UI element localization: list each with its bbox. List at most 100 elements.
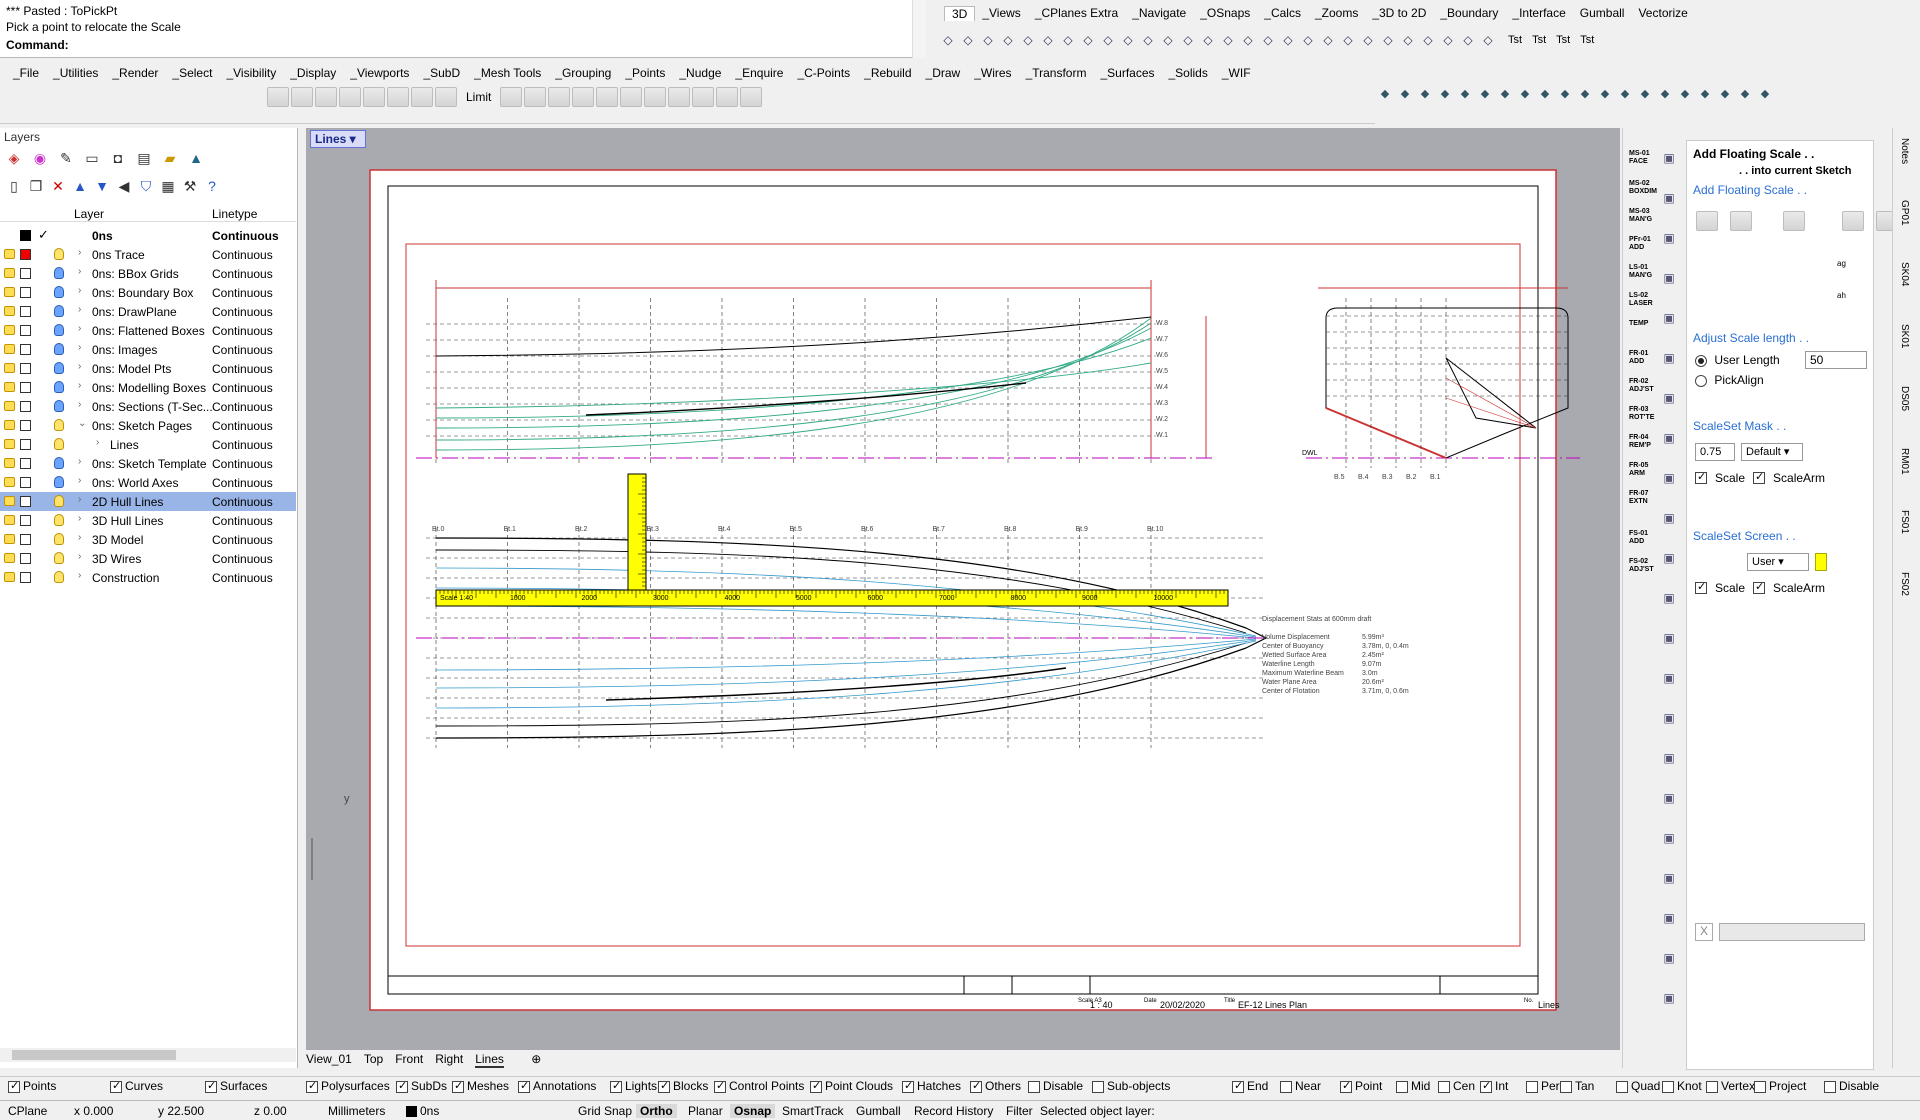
lock-icon[interactable] xyxy=(4,249,15,259)
filter-checkbox[interactable] xyxy=(8,1079,20,1093)
strip-tool-icon[interactable]: ▣ xyxy=(1659,748,1679,768)
collapse-arrow-icon[interactable]: ⌄ xyxy=(78,418,86,429)
layer-row[interactable]: › 0ns: Boundary Box Continuous xyxy=(0,283,296,302)
vertical-tab[interactable]: Notes xyxy=(1899,138,1910,164)
filter-item[interactable]: Disable xyxy=(1028,1079,1083,1093)
main-tab[interactable]: _Draw xyxy=(919,66,968,80)
limit-label[interactable]: Limit xyxy=(466,90,491,104)
strip-tool-icon[interactable]: ▣ xyxy=(1659,828,1679,848)
osnap-item[interactable]: Disable xyxy=(1824,1079,1879,1093)
closest-point-icon[interactable] xyxy=(644,87,667,107)
visibility-bulb-icon[interactable] xyxy=(54,400,64,412)
strip-tool-icon[interactable]: ▣ xyxy=(1659,668,1679,688)
osnap-checkbox[interactable] xyxy=(1616,1080,1628,1093)
layer-row[interactable]: ⌄ 0ns: Sketch Pages Continuous xyxy=(0,416,296,435)
strip-tool-icon[interactable]: ▣ xyxy=(1659,188,1679,208)
small-btn-2[interactable]: ah xyxy=(1837,291,1846,300)
lock-icon[interactable] xyxy=(4,306,15,316)
osnap-item[interactable]: Near xyxy=(1280,1079,1321,1093)
arc-icon[interactable]: ◇ xyxy=(998,30,1018,50)
layer-icon[interactable]: ◆ xyxy=(1695,84,1715,104)
expand-arrow-icon[interactable]: › xyxy=(78,266,81,277)
layer-color-swatch[interactable] xyxy=(20,572,31,583)
lock-icon[interactable] xyxy=(4,401,15,411)
osnap-checkbox[interactable] xyxy=(1824,1080,1836,1093)
main-tab[interactable]: _Surfaces xyxy=(1093,66,1161,80)
divide-icon[interactable] xyxy=(620,87,643,107)
small-btn-1[interactable]: ag xyxy=(1837,259,1846,268)
main-tab[interactable]: _Select xyxy=(165,66,219,80)
osnap-item[interactable]: Project xyxy=(1754,1079,1806,1093)
osnap-checkbox[interactable] xyxy=(1706,1080,1718,1093)
lock-icon[interactable] xyxy=(4,325,15,335)
layer-color-swatch[interactable] xyxy=(20,287,31,298)
filter-checkbox[interactable] xyxy=(810,1079,822,1093)
layer-color-swatch[interactable] xyxy=(20,458,31,469)
mask-scalearm-checkbox[interactable] xyxy=(1753,470,1766,484)
top-tab[interactable]: _Interface xyxy=(1505,6,1572,21)
user-length-input[interactable]: 50 xyxy=(1805,351,1867,369)
lock-icon[interactable] xyxy=(4,458,15,468)
status-osnap[interactable]: Osnap xyxy=(730,1104,776,1118)
layer-row[interactable]: › 3D Hull Lines Continuous xyxy=(0,511,296,530)
project-icon[interactable]: ◇ xyxy=(1258,30,1278,50)
layer-row[interactable]: › 3D Model Continuous xyxy=(0,530,296,549)
folder-icon[interactable]: ▰ xyxy=(160,148,180,168)
filter-item[interactable]: Annotations xyxy=(518,1079,596,1093)
command-scrollbar[interactable] xyxy=(912,0,926,58)
layer-row[interactable]: › 0ns: Images Continuous xyxy=(0,340,296,359)
block-icon[interactable] xyxy=(411,87,433,107)
strip-button[interactable]: FR-04 REM'P xyxy=(1629,434,1655,450)
strip-tool-icon[interactable]: ▣ xyxy=(1659,588,1679,608)
delete-scale-icon[interactable] xyxy=(1730,211,1752,231)
cluster-icon[interactable] xyxy=(740,87,763,107)
layers-scrollbar[interactable] xyxy=(0,1048,296,1062)
select-icon[interactable]: ◆ xyxy=(1515,84,1535,104)
expand-arrow-icon[interactable]: › xyxy=(78,285,81,296)
light-icon[interactable]: ◆ xyxy=(1735,84,1755,104)
layer-color-swatch[interactable] xyxy=(20,534,31,545)
add-ruler-icon[interactable] xyxy=(1842,211,1864,231)
layer-linetype[interactable]: Continuous xyxy=(212,552,273,566)
cap-icon[interactable]: ◇ xyxy=(1378,30,1398,50)
visibility-bulb-icon[interactable] xyxy=(54,286,64,298)
hide-icon[interactable]: ◆ xyxy=(1655,84,1675,104)
strip-tool-icon[interactable]: ▣ xyxy=(1659,508,1679,528)
expand-arrow-icon[interactable]: › xyxy=(78,361,81,372)
array-icon[interactable]: ◇ xyxy=(1238,30,1258,50)
layer-color-swatch[interactable] xyxy=(20,268,31,279)
layer-row[interactable]: › Lines Continuous xyxy=(0,435,296,454)
user-length-radio[interactable] xyxy=(1695,354,1707,367)
visibility-bulb-icon[interactable] xyxy=(54,419,64,431)
visibility-bulb-icon[interactable] xyxy=(54,514,64,526)
strip-button[interactable]: FR-01 ADD xyxy=(1629,350,1655,366)
layer-linetype[interactable]: Continuous xyxy=(212,419,273,433)
filter-item[interactable]: Blocks xyxy=(658,1079,708,1093)
layer-linetype[interactable]: Continuous xyxy=(212,267,273,281)
expand-arrow-icon[interactable]: › xyxy=(78,304,81,315)
layer-row[interactable]: › 0ns Trace Continuous xyxy=(0,245,296,264)
points-off-icon[interactable] xyxy=(548,87,571,107)
osnap-item[interactable]: Knot xyxy=(1662,1079,1702,1093)
filter-item[interactable]: Points xyxy=(8,1079,56,1093)
expand-arrow-icon[interactable]: › xyxy=(78,513,81,524)
visibility-bulb-icon[interactable] xyxy=(54,457,64,469)
help-icon[interactable]: ? xyxy=(202,176,222,196)
remove-from-group-icon[interactable] xyxy=(339,87,361,107)
lock-icon[interactable] xyxy=(4,363,15,373)
strip-tool-icon[interactable]: ▣ xyxy=(1659,948,1679,968)
osnap-icon[interactable]: ◆ xyxy=(1395,84,1415,104)
viewport-tab[interactable]: Front xyxy=(395,1052,423,1066)
layer-linetype[interactable]: Continuous xyxy=(212,286,273,300)
strip-button[interactable]: FR-03 ROT'TE xyxy=(1629,406,1655,422)
main-tab[interactable]: _Points xyxy=(618,66,672,80)
filter-checkbox[interactable] xyxy=(902,1079,914,1093)
strip-tool-icon[interactable]: ▣ xyxy=(1659,228,1679,248)
crosshair-icon[interactable] xyxy=(1783,211,1805,231)
explode-icon[interactable] xyxy=(435,87,457,107)
layer-color-swatch[interactable] xyxy=(20,325,31,336)
osnap-checkbox[interactable] xyxy=(1340,1079,1352,1093)
remove-scale-icon[interactable] xyxy=(1696,211,1718,231)
ungroup-icon[interactable] xyxy=(291,87,313,107)
filter-checkbox[interactable] xyxy=(658,1079,670,1093)
